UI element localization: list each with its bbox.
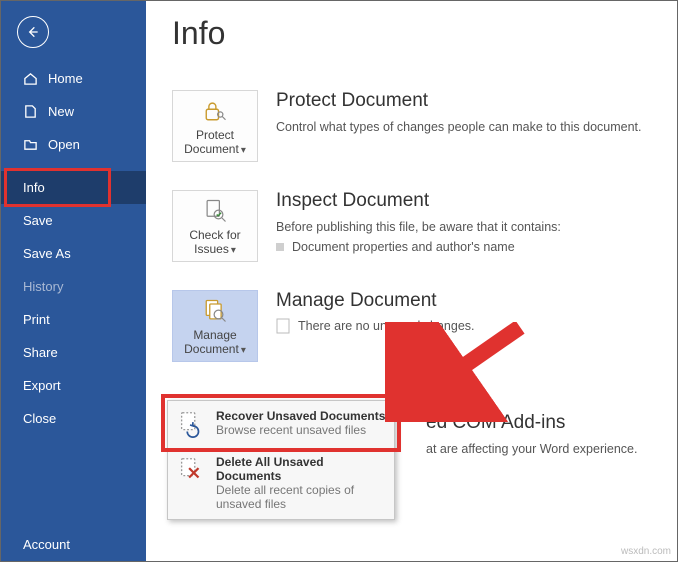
section-title: ed COM Add-ins xyxy=(426,412,651,434)
nav-label: History xyxy=(23,279,63,294)
nav-label: Export xyxy=(23,378,61,393)
manage-document-icon xyxy=(201,297,229,325)
nav-label: Open xyxy=(48,137,80,152)
nav-info[interactable]: Info xyxy=(1,171,146,204)
nav-share[interactable]: Share xyxy=(1,336,146,369)
section-desc: Before publishing this file, be aware th… xyxy=(276,218,651,236)
section-title: Protect Document xyxy=(276,90,651,112)
recover-document-icon xyxy=(176,409,206,439)
nav-open[interactable]: Open xyxy=(1,128,146,161)
open-icon xyxy=(23,137,38,152)
document-icon xyxy=(276,318,290,334)
recover-unsaved-documents-item[interactable]: Recover Unsaved Documents Browse recent … xyxy=(168,401,394,447)
nav-label: Info xyxy=(23,180,45,195)
nav-close[interactable]: Close xyxy=(1,402,146,435)
section-desc: Control what types of changes people can… xyxy=(276,118,651,136)
dropdown-item-title: Recover Unsaved Documents xyxy=(216,409,385,423)
section-protect: Protect Document Protect Document Contro… xyxy=(172,90,651,162)
delete-all-unsaved-documents-item[interactable]: Delete All Unsaved Documents Delete all … xyxy=(168,447,394,519)
protect-document-button[interactable]: Protect Document xyxy=(172,90,258,162)
nav-export[interactable]: Export xyxy=(1,369,146,402)
dropdown-item-sub: Delete all recent copies of unsaved file… xyxy=(216,483,386,511)
nav-label: Home xyxy=(48,71,83,86)
lock-key-icon xyxy=(201,97,229,125)
manage-document-button[interactable]: Manage Document xyxy=(172,290,258,362)
nav-save-as[interactable]: Save As xyxy=(1,237,146,270)
dropdown-item-title: Delete All Unsaved Documents xyxy=(216,455,386,483)
nav-label: Account xyxy=(23,537,70,552)
nav-history: History xyxy=(1,270,146,303)
arrow-left-icon xyxy=(25,24,41,40)
new-icon xyxy=(23,104,38,119)
nav-label: Close xyxy=(23,411,56,426)
dropdown-item-sub: Browse recent unsaved files xyxy=(216,423,385,437)
section-manage: Manage Document Manage Document There ar… xyxy=(172,290,651,362)
backstage-sidebar: Home New Open Info Save Save As History … xyxy=(1,1,146,561)
nav-new[interactable]: New xyxy=(1,95,146,128)
nav-label: Share xyxy=(23,345,58,360)
nav-account[interactable]: Account xyxy=(1,528,146,561)
section-title: Inspect Document xyxy=(276,190,651,212)
nav-home[interactable]: Home xyxy=(1,62,146,95)
home-icon xyxy=(23,71,38,86)
manage-document-dropdown: Recover Unsaved Documents Browse recent … xyxy=(167,400,395,520)
inspect-bullet: Document properties and author's name xyxy=(276,240,651,254)
nav-print[interactable]: Print xyxy=(1,303,146,336)
page-title: Info xyxy=(172,15,651,52)
watermark: wsxdn.com xyxy=(621,546,671,557)
nav-label: Save As xyxy=(23,246,71,261)
check-for-issues-button[interactable]: Check for Issues xyxy=(172,190,258,262)
inspect-document-icon xyxy=(201,197,229,225)
section-title: Manage Document xyxy=(276,290,651,312)
nav-save[interactable]: Save xyxy=(1,204,146,237)
delete-document-icon xyxy=(176,455,206,485)
back-button[interactable] xyxy=(17,16,49,48)
section-desc: at are affecting your Word experience. xyxy=(426,440,651,458)
nav-label: Save xyxy=(23,213,53,228)
nav-label: Print xyxy=(23,312,50,327)
manage-status-row: There are no unsaved changes. xyxy=(276,318,651,334)
app-root: Home New Open Info Save Save As History … xyxy=(1,1,677,561)
nav-label: New xyxy=(48,104,74,119)
bullet-icon xyxy=(276,243,284,251)
section-inspect: Check for Issues Inspect Document Before… xyxy=(172,190,651,262)
